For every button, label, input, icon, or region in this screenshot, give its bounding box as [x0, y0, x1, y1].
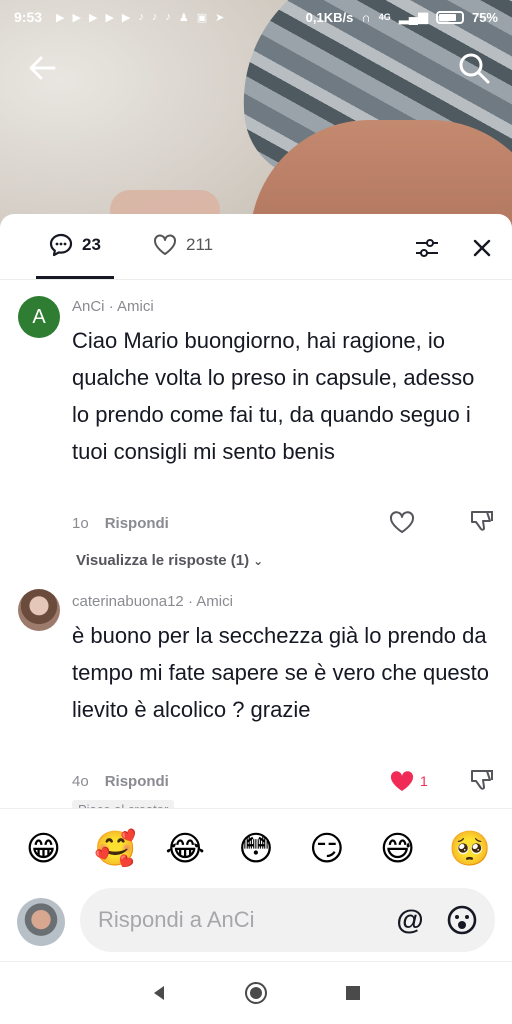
- thumbs-down-icon: [471, 770, 493, 790]
- tiktok-icon: ♪: [165, 11, 171, 23]
- youtube-icon: ▣: [196, 11, 208, 24]
- likes-count: 211: [186, 235, 214, 254]
- comments-header: 23 211: [0, 214, 512, 280]
- comment-tag: Amici: [196, 593, 233, 610]
- avatar[interactable]: A: [18, 296, 60, 338]
- tiktok-icon: ♪: [151, 11, 158, 23]
- emoji-pleading[interactable]: 🥺: [448, 829, 490, 869]
- status-bar: 9:53 ▶ ▶ ▶ ▶ ▶ ♪ ♪ ♪ ♟ ▣ ➤ 0,1KB/s ∩ 4G …: [0, 0, 512, 34]
- play-notification-icon: ▶: [88, 11, 98, 24]
- avatar[interactable]: [18, 589, 60, 631]
- chess-icon: ♟: [178, 11, 189, 24]
- net-speed: 0,1KB/s: [305, 9, 354, 25]
- like-button[interactable]: [388, 508, 418, 536]
- comment-username[interactable]: caterinabuona12: [72, 593, 184, 610]
- heart-filled-icon: [390, 771, 414, 791]
- play-notification-icon: ▶: [105, 11, 114, 24]
- emoji-picker-icon[interactable]: [446, 904, 478, 936]
- comment-time: 4o: [72, 773, 89, 790]
- play-notification-icon: ▶: [72, 11, 81, 24]
- reply-input-row: @: [0, 888, 512, 962]
- emoji-sweat-smile[interactable]: 😅: [378, 829, 418, 869]
- filter-sliders-icon[interactable]: [413, 234, 441, 262]
- emoji-grin[interactable]: 😁: [23, 829, 63, 869]
- heart-outline-icon: [389, 511, 415, 533]
- comment-meta: caterinabuona12 · Amici: [72, 593, 233, 610]
- chevron-down-icon: ⌄: [253, 553, 264, 568]
- comment-username[interactable]: AnCi: [72, 298, 105, 315]
- comment-bubble-icon: [49, 233, 73, 257]
- headphones-icon: ∩: [361, 9, 371, 25]
- tab-likes[interactable]: 211: [152, 232, 213, 258]
- reply-button[interactable]: Rispondi: [105, 515, 169, 532]
- dislike-button[interactable]: [468, 508, 496, 536]
- active-tab-indicator: [36, 276, 114, 279]
- nav-recents-icon[interactable]: [341, 981, 365, 1005]
- emoji-laugh[interactable]: 😂: [165, 829, 205, 869]
- battery-icon: [435, 10, 464, 24]
- emoji-smirk[interactable]: 😏: [307, 829, 347, 869]
- comment-time: 1o: [72, 515, 89, 532]
- comment-meta: AnCi · Amici: [72, 298, 154, 315]
- close-icon[interactable]: [468, 234, 496, 262]
- emoji-hearts[interactable]: 🥰: [94, 829, 136, 869]
- emoji-flushed[interactable]: 😳: [236, 829, 276, 869]
- comment-tag: Amici: [117, 298, 154, 315]
- comment-actions: 1o Rispondi: [72, 515, 169, 532]
- signal-icon: ▂▄▆: [398, 9, 428, 24]
- battery-level: 75%: [471, 9, 498, 25]
- back-arrow-icon[interactable]: [24, 50, 60, 86]
- comment-actions: 4o Rispondi: [72, 773, 169, 790]
- tiktok-icon: ♪: [138, 11, 144, 23]
- comments-count: 23: [82, 235, 101, 254]
- play-notification-icon: ▶: [56, 11, 65, 24]
- status-time: 9:53: [14, 9, 43, 25]
- reply-input[interactable]: [98, 907, 378, 933]
- emoji-quick-bar: 😁 🥰 😂 😳 😏 😅 🥺: [0, 808, 512, 888]
- video-preview: [0, 0, 512, 240]
- notification-icons: ▶ ▶ ▶ ▶ ▶ ♪ ♪ ♪ ♟ ▣ ➤: [56, 11, 224, 24]
- play-notification-icon: ▶: [121, 11, 131, 24]
- thumbs-down-icon: [471, 511, 493, 531]
- view-replies-label: Visualizza le risposte (1): [76, 552, 250, 569]
- heart-outline-icon: [154, 234, 176, 255]
- reply-input-box[interactable]: @: [80, 888, 495, 952]
- search-icon[interactable]: [456, 50, 492, 86]
- nav-home-icon[interactable]: [244, 981, 268, 1005]
- view-replies-link[interactable]: Visualizza le risposte (1) ⌄: [76, 552, 263, 569]
- telegram-icon: ➤: [215, 11, 225, 24]
- my-avatar: [17, 898, 65, 946]
- system-nav-bar: [0, 962, 512, 1024]
- network-label: 4G: [378, 12, 391, 22]
- mention-at-button[interactable]: @: [394, 904, 426, 936]
- like-count: 1: [420, 773, 428, 789]
- screen: 9:53 ▶ ▶ ▶ ▶ ▶ ♪ ♪ ♪ ♟ ▣ ➤ 0,1KB/s ∩ 4G …: [0, 0, 512, 1024]
- dislike-button[interactable]: [468, 767, 496, 795]
- reply-button[interactable]: Rispondi: [105, 773, 169, 790]
- avatar-letter: A: [32, 305, 46, 328]
- nav-back-icon[interactable]: [147, 981, 171, 1005]
- tab-comments[interactable]: 23: [48, 232, 101, 258]
- like-button[interactable]: 1: [388, 767, 436, 795]
- comment-text: Ciao Mario buongiorno, hai ragione, io q…: [72, 328, 475, 464]
- comment-text: è buono per la secchezza già lo prendo d…: [72, 623, 490, 722]
